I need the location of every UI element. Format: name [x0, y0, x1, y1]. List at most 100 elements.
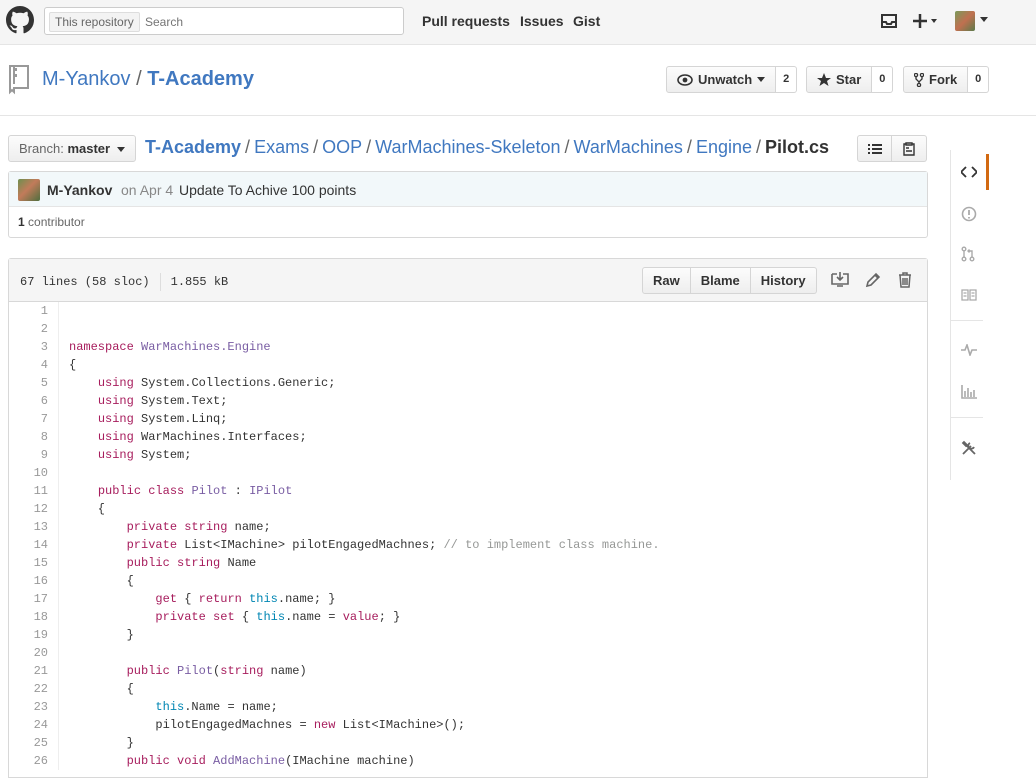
code-line: 5 using System.Collections.Generic;: [9, 374, 927, 392]
line-number[interactable]: 18: [9, 608, 59, 626]
fork-button[interactable]: Fork: [903, 66, 969, 93]
issue-icon[interactable]: [961, 206, 977, 222]
line-number[interactable]: 4: [9, 356, 59, 374]
author-avatar[interactable]: [18, 179, 40, 201]
breadcrumb-item[interactable]: Engine: [696, 137, 752, 157]
repo-name-link[interactable]: T-Academy: [147, 68, 254, 90]
line-number[interactable]: 25: [9, 734, 59, 752]
line-number[interactable]: 2: [9, 320, 59, 338]
line-number[interactable]: 16: [9, 572, 59, 590]
code-line: 11 public class Pilot : IPilot: [9, 482, 927, 500]
breadcrumb-separator: /: [686, 137, 692, 157]
repo-title-separator: /: [136, 68, 142, 90]
branch-select-button[interactable]: Branch: master: [8, 135, 136, 162]
search-box[interactable]: This repository: [44, 7, 404, 35]
unwatch-button[interactable]: Unwatch: [666, 66, 777, 93]
code-line: 23 this.Name = name;: [9, 698, 927, 716]
pencil-icon[interactable]: [865, 272, 881, 288]
star-button[interactable]: Star: [806, 66, 873, 93]
line-number[interactable]: 15: [9, 554, 59, 572]
commit-author-link[interactable]: M-Yankov: [47, 182, 112, 198]
pull-request-icon[interactable]: [961, 246, 975, 262]
sidenav-divider: [951, 320, 983, 321]
inbox-icon[interactable]: [880, 13, 898, 29]
line-number[interactable]: 12: [9, 500, 59, 518]
file-header: 67 lines (58 sloc) 1.855 kB Raw Blame His…: [9, 259, 927, 302]
plus-icon[interactable]: [913, 13, 939, 29]
breadcrumb-separator: /: [366, 137, 372, 157]
line-number[interactable]: 20: [9, 644, 59, 662]
trashcan-icon[interactable]: [898, 272, 912, 288]
line-content: using System.Collections.Generic;: [97, 376, 336, 390]
breadcrumb-item[interactable]: WarMachines: [574, 137, 683, 157]
copy-path-button[interactable]: [892, 135, 927, 162]
line-number[interactable]: 11: [9, 482, 59, 500]
contributors-info[interactable]: 1 contributor: [18, 215, 85, 229]
line-number[interactable]: 23: [9, 698, 59, 716]
branch-value: master: [67, 141, 111, 156]
code-line: 10: [9, 464, 927, 482]
book-icon[interactable]: [961, 289, 977, 301]
line-number[interactable]: 21: [9, 662, 59, 680]
tools-icon[interactable]: [961, 440, 977, 456]
line-number[interactable]: 19: [9, 626, 59, 644]
pulse-icon[interactable]: [961, 344, 977, 356]
search-input[interactable]: [145, 12, 395, 32]
line-number[interactable]: 24: [9, 716, 59, 734]
nav-gist[interactable]: Gist: [573, 13, 600, 29]
line-number[interactable]: 22: [9, 680, 59, 698]
breadcrumb-item[interactable]: T-Academy: [145, 137, 241, 157]
code-view: 1 2 3 namespace WarMachines.Engine 4{5 using…: [9, 302, 927, 770]
breadcrumb: T-Academy / Exams / OOP / WarMachines-Skeleton…: [145, 137, 829, 158]
breadcrumb-item[interactable]: Exams: [254, 137, 309, 157]
line-number[interactable]: 13: [9, 518, 59, 536]
code-icon[interactable]: [961, 165, 977, 179]
line-number[interactable]: 7: [9, 410, 59, 428]
repo-header: M-Yankov / T-Academy Unwatch 2 Star 0 Fo…: [0, 46, 1036, 116]
line-content: }: [69, 628, 134, 642]
file-box: 67 lines (58 sloc) 1.855 kB Raw Blame His…: [8, 258, 928, 778]
code-line: 2: [9, 320, 927, 338]
file-finder-button[interactable]: [857, 135, 892, 162]
line-number[interactable]: 26: [9, 752, 59, 770]
breadcrumb-item[interactable]: OOP: [322, 137, 362, 157]
star-count[interactable]: 0: [872, 66, 894, 93]
github-logo-icon[interactable]: [6, 6, 34, 34]
graph-icon[interactable]: [961, 385, 977, 399]
line-number[interactable]: 6: [9, 392, 59, 410]
line-number[interactable]: 14: [9, 536, 59, 554]
line-number[interactable]: 10: [9, 464, 59, 482]
nav-issues[interactable]: Issues: [520, 13, 564, 29]
code-line: 21 public Pilot(string name): [9, 662, 927, 680]
chevron-down-icon[interactable]: [980, 17, 988, 23]
line-content: private set { this.name = value; }: [155, 610, 401, 624]
code-line: 18 private set { this.name = value; }: [9, 608, 927, 626]
raw-button[interactable]: Raw: [642, 267, 691, 294]
line-number[interactable]: 9: [9, 446, 59, 464]
commit-summary: M-Yankov on Apr 4 Update To Achive 100 p…: [9, 172, 927, 207]
code-line: 14 private List<IMachine> pilotEngagedMa…: [9, 536, 927, 554]
commit-message-link[interactable]: Update To Achive 100 points: [179, 182, 356, 198]
history-button[interactable]: History: [750, 267, 817, 294]
watch-count[interactable]: 2: [776, 66, 798, 93]
breadcrumb-current-file: Pilot.cs: [765, 137, 830, 157]
line-content: [59, 320, 69, 338]
line-number[interactable]: 3: [9, 338, 59, 356]
watch-group: Unwatch 2: [666, 66, 798, 93]
repo-owner-link[interactable]: M-Yankov: [42, 68, 131, 90]
desktop-download-icon[interactable]: [831, 272, 849, 288]
nav-pull-requests[interactable]: Pull requests: [422, 13, 510, 29]
code-line: 3 namespace WarMachines.Engine: [9, 338, 927, 356]
line-number[interactable]: 5: [9, 374, 59, 392]
avatar-icon[interactable]: [955, 11, 975, 31]
line-number[interactable]: 1: [9, 302, 59, 320]
line-number[interactable]: 17: [9, 590, 59, 608]
blame-button[interactable]: Blame: [690, 267, 751, 294]
line-content: {: [69, 502, 106, 516]
fork-count[interactable]: 0: [968, 66, 990, 93]
line-number[interactable]: 8: [9, 428, 59, 446]
breadcrumb-item[interactable]: WarMachines-Skeleton: [375, 137, 560, 157]
eye-icon: [677, 73, 693, 86]
line-content: [59, 464, 69, 482]
code-line: 22 {: [9, 680, 927, 698]
